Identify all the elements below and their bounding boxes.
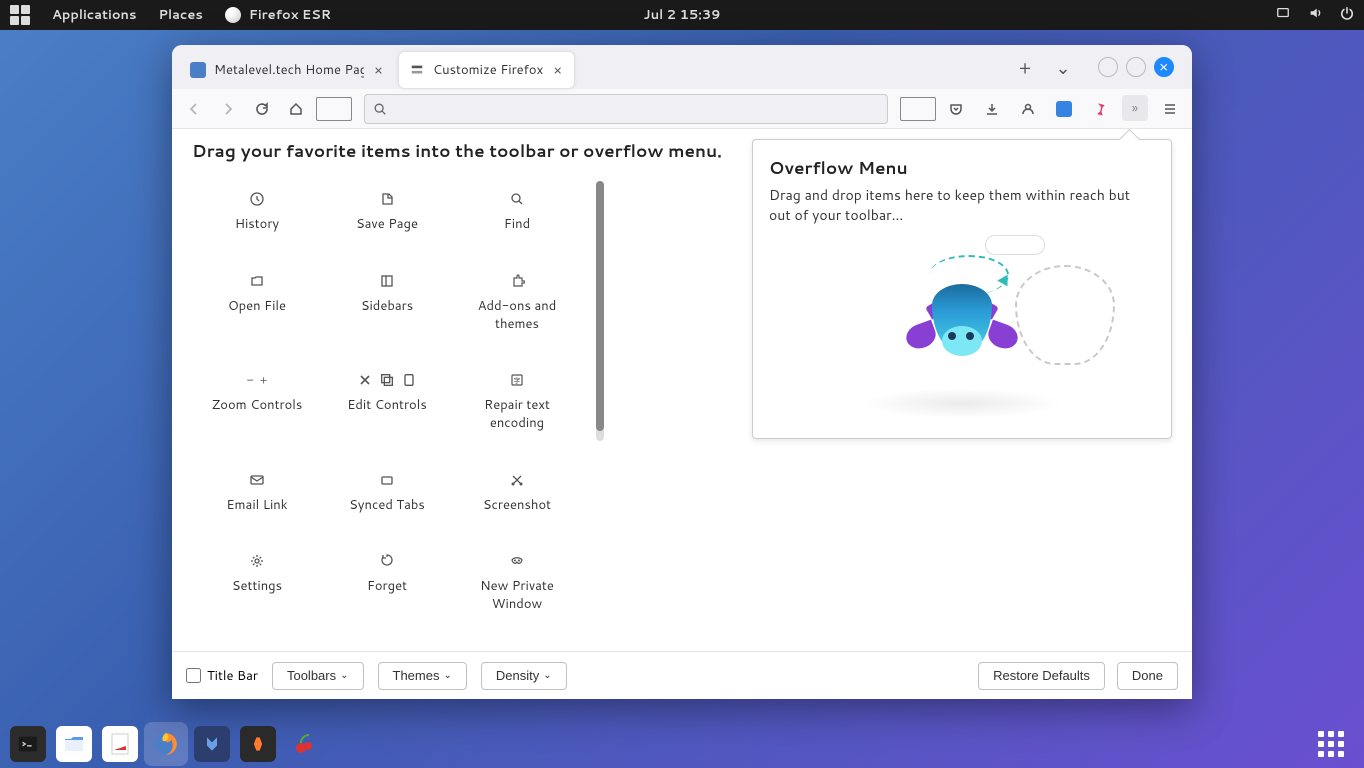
screenshot-icon [509, 470, 525, 490]
firefox-window: Metalevel.tech Home Pag × Customize Fire… [172, 45, 1192, 699]
menu-places[interactable]: Places [158, 6, 202, 24]
back-button[interactable] [180, 95, 208, 123]
close-icon[interactable]: × [372, 58, 385, 82]
forward-button[interactable] [214, 95, 242, 123]
screen-icon[interactable] [1276, 6, 1290, 25]
save-icon [379, 189, 395, 209]
gnome-dock [0, 720, 1364, 768]
downloads-icon[interactable] [978, 95, 1006, 123]
dock-firefox[interactable] [148, 726, 184, 762]
dock-metasploit[interactable] [194, 726, 230, 762]
toolbars-dropdown[interactable]: Toolbars⌄ [272, 662, 364, 690]
flex-space[interactable] [900, 97, 936, 121]
done-button[interactable]: Done [1117, 662, 1178, 690]
item-synced-tabs[interactable]: Synced Tabs [322, 462, 452, 532]
chevron-down-icon: ⌄ [340, 670, 348, 681]
overflow-illustration [769, 235, 1155, 422]
item-zoom[interactable]: −+Zoom Controls [192, 362, 322, 450]
dock-text-editor[interactable] [102, 726, 138, 762]
favicon-icon [409, 62, 425, 78]
encoding-icon: 字 [509, 370, 525, 390]
dock-terminal[interactable] [10, 726, 46, 762]
tab-customize[interactable]: Customize Firefox × [399, 52, 574, 88]
email-icon [249, 470, 265, 490]
account-icon[interactable] [1014, 95, 1042, 123]
item-forget[interactable]: Forget [322, 543, 452, 631]
item-repair-encoding[interactable]: 字Repair text encoding [452, 362, 582, 450]
item-edit-controls[interactable]: Edit Controls [322, 362, 452, 450]
item-sidebars[interactable]: Sidebars [322, 263, 452, 351]
tab-strip: Metalevel.tech Home Pag × Customize Fire… [172, 45, 1192, 89]
puzzle-icon [509, 271, 525, 291]
tabs-dropdown-button[interactable]: ⌄ [1050, 54, 1076, 80]
menu-applications[interactable]: Applications [52, 6, 136, 24]
nav-toolbar: » [172, 89, 1192, 129]
restore-defaults-button[interactable]: Restore Defaults [978, 662, 1105, 690]
item-find[interactable]: Find [452, 181, 582, 251]
gnome-topbar: Applications Places Firefox ESR Jul 2 15… [0, 0, 1364, 30]
clock[interactable]: Jul 2 15:39 [644, 6, 721, 24]
power-icon[interactable] [1340, 6, 1354, 25]
volume-icon[interactable] [1308, 6, 1322, 25]
scrollbar[interactable] [596, 181, 604, 441]
flex-space[interactable] [316, 97, 352, 121]
activities-icon[interactable] [10, 5, 30, 25]
overflow-desc: Drag and drop items here to keep them wi… [769, 186, 1155, 225]
extension-pin-icon[interactable] [1086, 95, 1114, 123]
active-app-label[interactable]: Firefox ESR [225, 6, 331, 24]
customize-title: Drag your favorite items into the toolba… [192, 139, 732, 163]
overflow-button[interactable]: » [1122, 95, 1148, 121]
edit-icon [357, 370, 417, 390]
customize-panel: Drag your favorite items into the toolba… [172, 129, 1192, 651]
history-icon [249, 189, 265, 209]
gear-icon [249, 551, 265, 571]
zoom-icon: −+ [247, 370, 268, 390]
customize-footer: Title Bar Toolbars⌄ Themes⌄ Density⌄ Res… [172, 651, 1192, 699]
new-tab-button[interactable]: + [1012, 54, 1038, 80]
item-addons[interactable]: Add-ons and themes [452, 263, 582, 351]
mask-icon [509, 551, 525, 571]
pocket-icon[interactable] [942, 95, 970, 123]
firefox-small-icon [225, 7, 241, 23]
extension-container-icon[interactable] [1050, 95, 1078, 123]
item-private-window[interactable]: New Private Window [452, 543, 582, 631]
tab-metalevel[interactable]: Metalevel.tech Home Pag × [180, 52, 395, 88]
forget-icon [379, 551, 395, 571]
search-icon [509, 189, 525, 209]
dock-cherrytree[interactable] [286, 726, 322, 762]
sidebar-icon [379, 271, 395, 291]
reload-button[interactable] [248, 95, 276, 123]
tabs-icon [379, 470, 395, 490]
dock-files[interactable] [56, 726, 92, 762]
items-palette: History Save Page Find Open File Sidebar… [192, 181, 586, 631]
density-dropdown[interactable]: Density⌄ [481, 662, 567, 690]
themes-dropdown[interactable]: Themes⌄ [378, 662, 467, 690]
item-history[interactable]: History [192, 181, 322, 251]
item-settings[interactable]: Settings [192, 543, 322, 631]
home-button[interactable] [282, 95, 310, 123]
overflow-title: Overflow Menu [769, 156, 1155, 180]
titlebar-checkbox[interactable]: Title Bar [186, 667, 258, 685]
svg-text:字: 字 [514, 376, 521, 386]
chevron-down-icon: ⌄ [543, 670, 551, 681]
overflow-menu-panel[interactable]: Overflow Menu Drag and drop items here t… [752, 139, 1172, 439]
show-apps-button[interactable] [1318, 731, 1344, 757]
maximize-button[interactable] [1126, 57, 1146, 77]
item-save-page[interactable]: Save Page [322, 181, 452, 251]
close-button[interactable] [1154, 57, 1174, 77]
folder-icon [249, 271, 265, 291]
minimize-button[interactable] [1098, 57, 1118, 77]
url-bar[interactable] [364, 94, 888, 124]
menu-button[interactable] [1156, 95, 1184, 123]
favicon-icon [190, 62, 206, 78]
item-screenshot[interactable]: Screenshot [452, 462, 582, 532]
close-icon[interactable]: × [551, 58, 564, 82]
chevron-down-icon: ⌄ [443, 670, 451, 681]
item-email-link[interactable]: Email Link [192, 462, 322, 532]
dock-burp[interactable] [240, 726, 276, 762]
item-open-file[interactable]: Open File [192, 263, 322, 351]
